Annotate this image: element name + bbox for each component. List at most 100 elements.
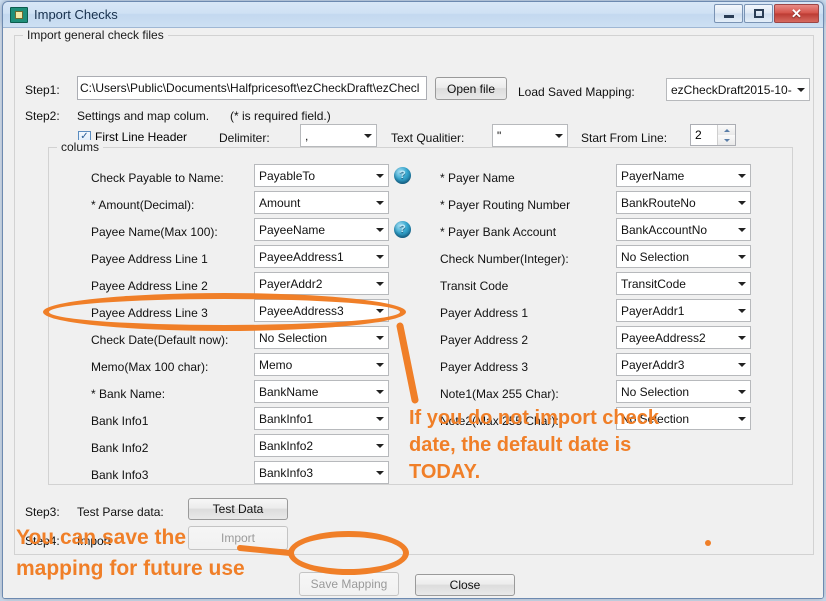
- mapping-row-select[interactable]: PayerAddr1: [616, 299, 751, 322]
- chevron-down-icon: [733, 192, 750, 213]
- file-path-input[interactable]: C:\Users\Public\Documents\Halfpricesoft\…: [77, 76, 427, 100]
- mapping-row-label: Payer Address 3: [440, 360, 528, 374]
- mapping-row-value: BankInfo3: [255, 466, 371, 480]
- text-qualifier-select[interactable]: ": [492, 124, 568, 147]
- delimiter-select[interactable]: ,: [300, 124, 377, 147]
- start-from-line-value: 2: [691, 125, 717, 145]
- mapping-row-select[interactable]: BankInfo1: [254, 407, 389, 430]
- chevron-down-icon: [371, 246, 388, 267]
- stepper-down-icon[interactable]: [718, 135, 735, 145]
- mapping-row-value: PayableTo: [255, 169, 371, 183]
- mapping-row-select[interactable]: Memo: [254, 353, 389, 376]
- mapping-row-select[interactable]: PayeeAddress3: [254, 299, 389, 322]
- chevron-down-icon: [733, 327, 750, 348]
- mapping-row-label: Check Payable to Name:: [91, 171, 224, 185]
- columns-group-label: colums: [57, 140, 103, 154]
- mapping-row-label: Memo(Max 100 char):: [91, 360, 208, 374]
- required-field-note: (* is required field.): [230, 109, 331, 123]
- close-window-button[interactable]: ✕: [774, 4, 819, 23]
- mapping-row-label: * Payer Name: [440, 171, 515, 185]
- mapping-row-select[interactable]: BankName: [254, 380, 389, 403]
- import-general-check-files-label: Import general check files: [23, 28, 168, 42]
- mapping-row-value: TransitCode: [617, 277, 733, 291]
- chevron-down-icon: [371, 462, 388, 483]
- mapping-row-value: PayerAddr3: [617, 358, 733, 372]
- mapping-row-value: PayerAddr1: [617, 304, 733, 318]
- chevron-down-icon: [359, 125, 376, 146]
- check-app-icon: [10, 7, 28, 23]
- open-file-button[interactable]: Open file: [435, 77, 507, 100]
- mapping-row-select[interactable]: PayeeName: [254, 218, 389, 241]
- step2-label: Step2:: [25, 109, 60, 123]
- help-question-icon[interactable]: [394, 167, 411, 184]
- restore-button[interactable]: [744, 4, 773, 23]
- mapping-row-value: Memo: [255, 358, 371, 372]
- start-from-line-stepper[interactable]: 2: [690, 124, 736, 146]
- chevron-down-icon: [733, 273, 750, 294]
- import-button[interactable]: Import: [188, 526, 288, 550]
- stepper-buttons[interactable]: [717, 125, 735, 145]
- close-button[interactable]: Close: [415, 574, 515, 596]
- mapping-row-select[interactable]: BankInfo3: [254, 461, 389, 484]
- text-qualifier-value: ": [493, 129, 550, 143]
- mapping-row-label: * Amount(Decimal):: [91, 198, 194, 212]
- mapping-row-select[interactable]: PayerAddr2: [254, 272, 389, 295]
- mapping-row-value: BankName: [255, 385, 371, 399]
- mapping-row-value: BankRouteNo: [617, 196, 733, 210]
- mapping-row-value: Amount: [255, 196, 371, 210]
- delimiter-value: ,: [301, 129, 359, 143]
- chevron-down-icon: [792, 79, 809, 100]
- mapping-row-label: Check Number(Integer):: [440, 252, 569, 266]
- first-line-header-label: First Line Header: [95, 130, 187, 144]
- chevron-down-icon: [733, 408, 750, 429]
- mapping-row-label: Payee Address Line 1: [91, 252, 208, 266]
- help-question-icon[interactable]: [394, 221, 411, 238]
- test-data-button[interactable]: Test Data: [188, 498, 288, 520]
- mapping-row-value: No Selection: [617, 385, 733, 399]
- window-title: Import Checks: [34, 7, 118, 22]
- minimize-icon: [724, 15, 734, 18]
- saved-mapping-select[interactable]: ezCheckDraft2015-10-1: [666, 78, 810, 101]
- chevron-down-icon: [371, 408, 388, 429]
- mapping-row-select[interactable]: PayeeAddress1: [254, 245, 389, 268]
- mapping-row-value: No Selection: [617, 250, 733, 264]
- mapping-row-select[interactable]: PayableTo: [254, 164, 389, 187]
- chevron-down-icon: [371, 435, 388, 456]
- close-icon: ✕: [791, 7, 802, 20]
- mapping-row-select[interactable]: No Selection: [616, 380, 751, 403]
- import-checks-dialog: Import Checks ✕ Import general check fil…: [2, 1, 824, 599]
- mapping-row-select[interactable]: TransitCode: [616, 272, 751, 295]
- mapping-row-select[interactable]: BankInfo2: [254, 434, 389, 457]
- title-bar: Import Checks ✕: [3, 2, 823, 28]
- step2-description: Settings and map colum.: [77, 109, 209, 123]
- mapping-row-value: PayeeAddress3: [255, 304, 371, 318]
- mapping-row-select[interactable]: PayerAddr3: [616, 353, 751, 376]
- window-controls: ✕: [714, 4, 819, 23]
- mapping-row-value: No Selection: [617, 412, 733, 426]
- mapping-row-select[interactable]: BankAccountNo: [616, 218, 751, 241]
- stepper-up-icon[interactable]: [718, 125, 735, 135]
- mapping-row-value: PayeeAddress1: [255, 250, 371, 264]
- mapping-row-label: * Bank Name:: [91, 387, 165, 401]
- mapping-row-select[interactable]: No Selection: [254, 326, 389, 349]
- text-qualifier-label: Text Qualitier:: [391, 131, 464, 145]
- mapping-row-select[interactable]: Amount: [254, 191, 389, 214]
- chevron-down-icon: [371, 192, 388, 213]
- mapping-row-label: * Payer Bank Account: [440, 225, 556, 239]
- minimize-button[interactable]: [714, 4, 743, 23]
- mapping-row-value: BankAccountNo: [617, 223, 733, 237]
- mapping-row-value: PayerName: [617, 169, 733, 183]
- chevron-down-icon: [371, 300, 388, 321]
- mapping-row-select[interactable]: PayeeAddress2: [616, 326, 751, 349]
- delimiter-label: Delimiter:: [219, 131, 270, 145]
- mapping-row-select[interactable]: No Selection: [616, 245, 751, 268]
- mapping-row-label: Payer Address 2: [440, 333, 528, 347]
- mapping-row-select[interactable]: BankRouteNo: [616, 191, 751, 214]
- save-mapping-button[interactable]: Save Mapping: [299, 572, 399, 596]
- mapping-row-select[interactable]: No Selection: [616, 407, 751, 430]
- screen-root: Lists Report Order Checks Import/Export …: [0, 0, 826, 601]
- mapping-row-select[interactable]: PayerName: [616, 164, 751, 187]
- mapping-row-value: PayerAddr2: [255, 277, 371, 291]
- saved-mapping-value: ezCheckDraft2015-10-1: [667, 83, 792, 97]
- step3-description: Test Parse data:: [77, 505, 164, 519]
